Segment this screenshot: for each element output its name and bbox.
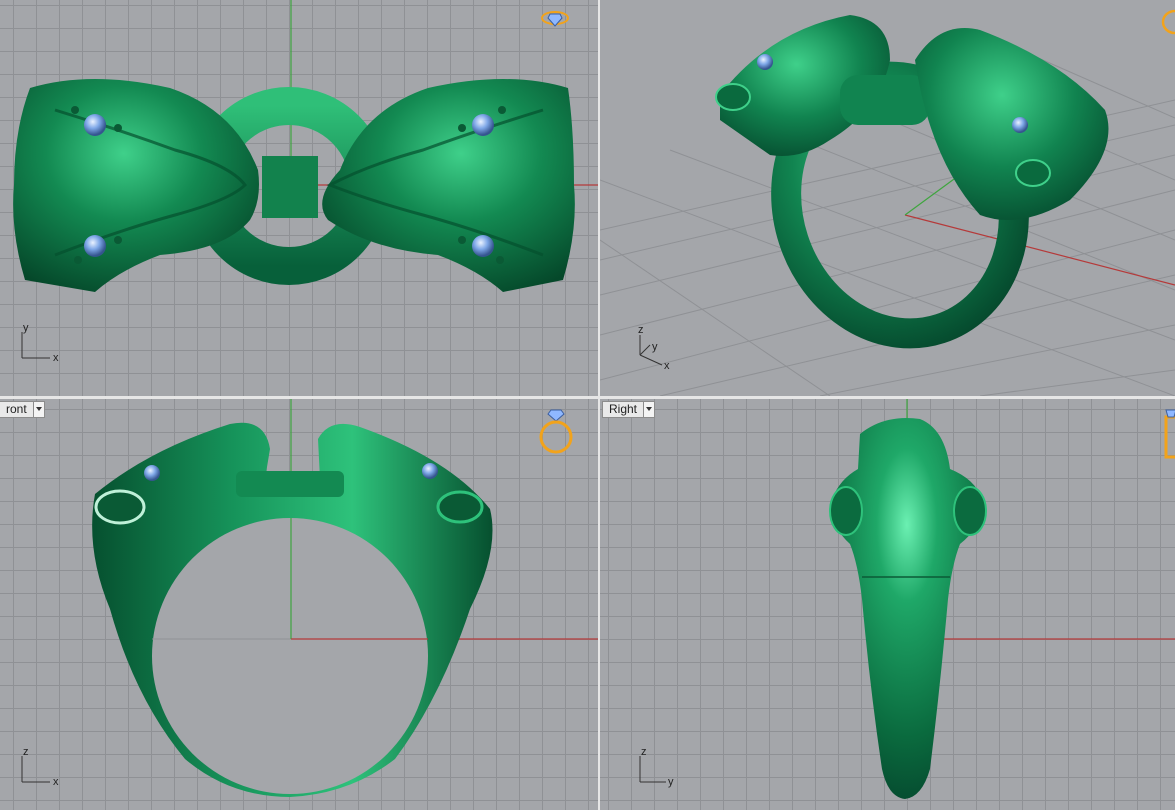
- axis-gizmo-right: y z: [639, 746, 674, 788]
- viewport-title-text: ront: [6, 402, 27, 416]
- ring-gem-icon: [541, 11, 569, 27]
- gem: [84, 114, 106, 136]
- viewport-splitter-horizontal[interactable]: [0, 396, 1175, 399]
- axis-label-y: y: [668, 776, 674, 788]
- gem: [422, 463, 438, 479]
- top-view-canvas: x y: [13, 0, 598, 364]
- rhino-viewports: x y x y z x z ront y z Right: [0, 0, 1175, 810]
- viewport-front[interactable]: x z ront: [0, 399, 598, 810]
- ring-bridge: [262, 156, 318, 218]
- gem: [757, 54, 773, 70]
- axis-label-z: z: [641, 746, 647, 758]
- left-eye-bulge: [829, 486, 863, 536]
- axis-label-x: x: [664, 360, 670, 372]
- gem: [144, 465, 160, 481]
- axis-gizmo-front: x z: [21, 746, 59, 788]
- ring-inner-hole: [152, 518, 428, 794]
- viewport-dropdown-icon[interactable]: [32, 402, 44, 417]
- right-head-perspective: [915, 28, 1109, 220]
- center-platform: [236, 471, 344, 497]
- gem: [84, 235, 106, 257]
- axis-label-y: y: [652, 341, 658, 353]
- ring-gem-icon: [1161, 9, 1175, 35]
- viewport-title-text: Right: [609, 402, 638, 416]
- front-view-canvas: x z: [21, 399, 598, 797]
- left-head-top: [13, 79, 259, 292]
- ring-body-right: [831, 418, 983, 799]
- gem: [1012, 117, 1028, 133]
- viewport-dropdown-icon[interactable]: [643, 402, 655, 417]
- viewport-top[interactable]: x y: [0, 0, 598, 396]
- axis-label-x: x: [53, 352, 59, 364]
- viewport-title-right[interactable]: Right: [602, 401, 656, 418]
- right-eye-hole: [436, 490, 484, 524]
- viewport-splitter-vertical[interactable]: [598, 0, 600, 810]
- left-eye-hole: [94, 489, 146, 525]
- right-eye-bulge: [953, 486, 987, 536]
- viewport-right[interactable]: y z Right: [600, 399, 1175, 810]
- center-bridge: [840, 75, 930, 125]
- perspective-canvas: x y z: [600, 9, 1175, 396]
- right-view-canvas: y z: [639, 399, 1175, 799]
- axis-label-z: z: [23, 746, 29, 758]
- axis-gizmo-top: x y: [21, 322, 59, 364]
- viewport-perspective[interactable]: x y z: [600, 0, 1175, 396]
- ring-gem-icon: [539, 409, 573, 454]
- axis-gizmo-perspective: x y z: [638, 324, 670, 372]
- viewport-title-front[interactable]: ront: [0, 401, 45, 418]
- gem: [472, 235, 494, 257]
- ring-gem-icon: [1164, 409, 1175, 459]
- axis-label-x: x: [53, 776, 59, 788]
- x-axis-line: [904, 214, 1175, 286]
- axis-label-z: z: [638, 324, 644, 336]
- axis-label-y: y: [23, 322, 29, 334]
- gem: [472, 114, 494, 136]
